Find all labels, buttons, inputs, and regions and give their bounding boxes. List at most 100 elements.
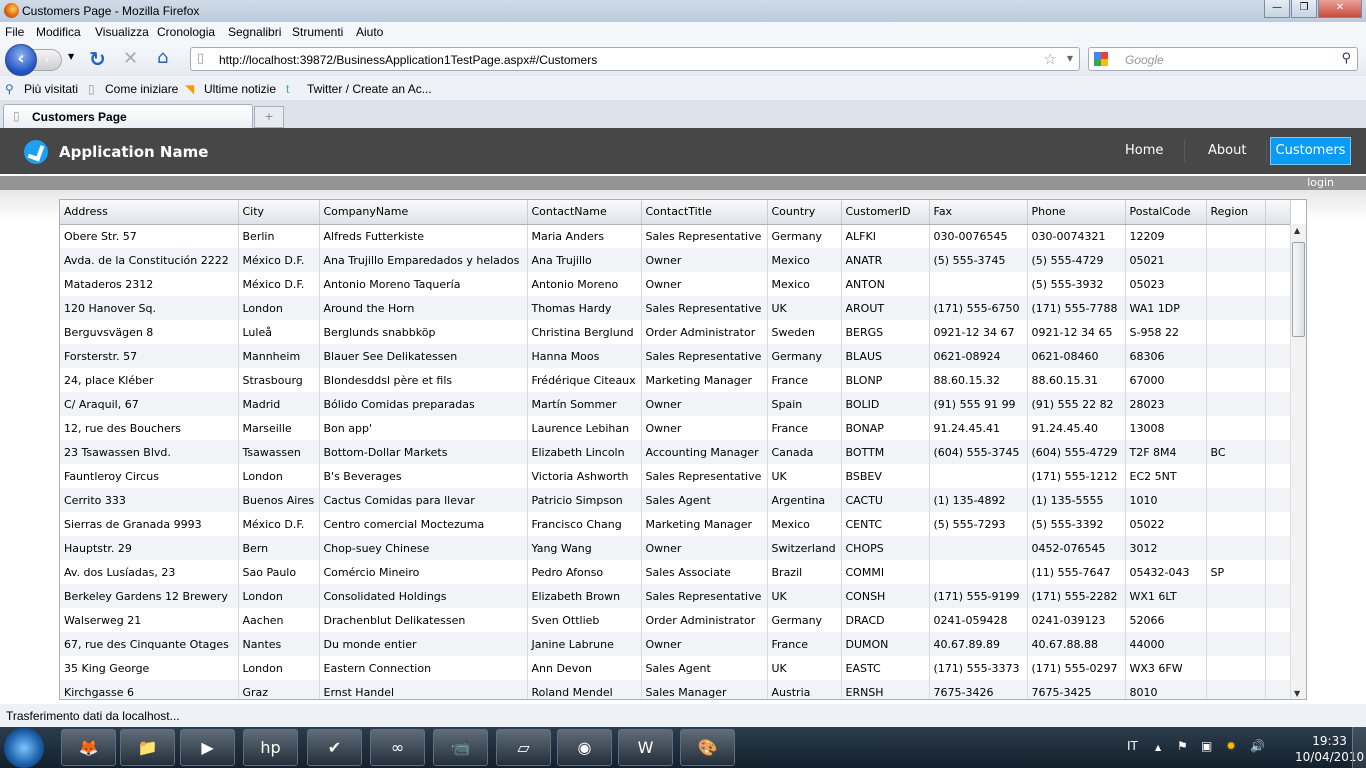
cell-address[interactable]: Fauntleroy Circus (60, 464, 239, 488)
cell-contacttitle[interactable]: Sales Associate (641, 560, 768, 584)
cell-customerid[interactable]: BOTTM (841, 440, 930, 464)
cell-region[interactable]: BC (1206, 440, 1266, 464)
cell-contacttitle[interactable]: Accounting Manager (641, 440, 768, 464)
column-header-contactname[interactable]: ContactName (527, 200, 642, 225)
cell-contactname[interactable]: Maria Anders (527, 224, 642, 248)
cell-city[interactable]: London (238, 296, 320, 320)
cell-region[interactable]: SP (1206, 560, 1266, 584)
cell-contactname[interactable]: Hanna Moos (527, 344, 642, 368)
cell-contacttitle[interactable]: Sales Representative (641, 464, 768, 488)
table-row[interactable]: Hauptstr. 29 Bern Chop-suey Chinese Yang Wa… (60, 536, 1291, 560)
cell-companyname[interactable]: Cactus Comidas para llevar (319, 488, 528, 512)
cell-contactname[interactable]: Patricio Simpson (527, 488, 642, 512)
cell-phone[interactable]: (91) 555 22 82 (1027, 392, 1126, 416)
close-button[interactable]: ✕ (1318, 0, 1362, 18)
cell-contactname[interactable]: Pedro Afonso (527, 560, 642, 584)
cell-region[interactable] (1206, 344, 1266, 368)
cell-country[interactable]: Germany (767, 608, 842, 632)
cell-postalcode[interactable]: S-958 22 (1125, 320, 1207, 344)
column-header-city[interactable]: City (238, 200, 320, 225)
minimize-button[interactable]: — (1264, 0, 1290, 18)
url-dropdown-icon[interactable]: ▼ (1067, 54, 1073, 63)
taskbar-explorer[interactable]: 📁 (120, 729, 175, 766)
cell-fax[interactable]: 0241-059428 (929, 608, 1028, 632)
cell-phone[interactable]: 0621-08460 (1027, 344, 1126, 368)
cell-contacttitle[interactable]: Sales Representative (641, 344, 768, 368)
cell-customerid[interactable]: DUMON (841, 632, 930, 656)
table-row[interactable]: Berkeley Gardens 12 Brewery London Consoli… (60, 584, 1291, 608)
cell-fax[interactable]: (171) 555-3373 (929, 656, 1028, 680)
cell-fax[interactable]: (1) 135-4892 (929, 488, 1028, 512)
table-row[interactable]: Cerrito 333 Buenos Aires Cactus Comidas pa… (60, 488, 1291, 512)
cell-region[interactable] (1206, 296, 1266, 320)
cell-phone[interactable]: 88.60.15.31 (1027, 368, 1126, 392)
cell-customerid[interactable]: BLONP (841, 368, 930, 392)
cell-address[interactable]: 12, rue des Bouchers (60, 416, 239, 440)
url-text[interactable]: http://localhost:39872/BusinessApplicati… (219, 53, 597, 67)
cell-fax[interactable]: 7675-3426 (929, 680, 1028, 699)
cell-postalcode[interactable]: WA1 1DP (1125, 296, 1207, 320)
cell-address[interactable]: 35 King George (60, 656, 239, 680)
cell-contacttitle[interactable]: Marketing Manager (641, 368, 768, 392)
menu-cronologia[interactable]: Cronologia (157, 25, 215, 39)
cell-postalcode[interactable]: 12209 (1125, 224, 1207, 248)
cell-address[interactable]: Forsterstr. 57 (60, 344, 239, 368)
cell-contacttitle[interactable]: Owner (641, 248, 768, 272)
cell-contactname[interactable]: Francisco Chang (527, 512, 642, 536)
cell-fax[interactable] (929, 464, 1028, 488)
cell-city[interactable]: Sao Paulo (238, 560, 320, 584)
cell-contactname[interactable]: Roland Mendel (527, 680, 642, 699)
cell-region[interactable] (1206, 488, 1266, 512)
cell-customerid[interactable]: ERNSH (841, 680, 930, 699)
cell-companyname[interactable]: Centro comercial Moctezuma (319, 512, 528, 536)
table-row[interactable]: Forsterstr. 57 Mannheim Blauer See Delikat… (60, 344, 1291, 368)
cell-address[interactable]: Hauptstr. 29 (60, 536, 239, 560)
cell-city[interactable]: Aachen (238, 608, 320, 632)
cell-region[interactable] (1206, 680, 1266, 699)
cell-fax[interactable]: (5) 555-7293 (929, 512, 1028, 536)
start-button[interactable] (4, 728, 44, 768)
menu-file[interactable]: File (5, 25, 24, 39)
cell-contactname[interactable]: Frédérique Citeaux (527, 368, 642, 392)
cell-address[interactable]: Mataderos 2312 (60, 272, 239, 296)
cell-contactname[interactable]: Victoria Ashworth (527, 464, 642, 488)
cell-country[interactable]: Mexico (767, 512, 842, 536)
cell-fax[interactable]: 88.60.15.32 (929, 368, 1028, 392)
column-header-region[interactable]: Region (1206, 200, 1266, 225)
cell-companyname[interactable]: Chop-suey Chinese (319, 536, 528, 560)
cell-customerid[interactable]: BERGS (841, 320, 930, 344)
cell-contacttitle[interactable]: Order Administrator (641, 608, 768, 632)
cell-country[interactable]: Sweden (767, 320, 842, 344)
cell-region[interactable] (1206, 272, 1266, 296)
cell-country[interactable]: Argentina (767, 488, 842, 512)
cell-fax[interactable]: (604) 555-3745 (929, 440, 1028, 464)
cell-region[interactable] (1206, 392, 1266, 416)
cell-customerid[interactable]: COMMI (841, 560, 930, 584)
cell-address[interactable]: 67, rue des Cinquante Otages (60, 632, 239, 656)
cell-contactname[interactable]: Thomas Hardy (527, 296, 642, 320)
cell-phone[interactable]: (171) 555-1212 (1027, 464, 1126, 488)
cell-region[interactable] (1206, 512, 1266, 536)
cell-postalcode[interactable]: 67000 (1125, 368, 1207, 392)
column-header-fax[interactable]: Fax (929, 200, 1028, 225)
cell-fax[interactable] (929, 560, 1028, 584)
cell-country[interactable]: France (767, 632, 842, 656)
taskbar-firefox[interactable]: 🦊 (61, 729, 116, 766)
cell-region[interactable] (1206, 224, 1266, 248)
scrollbar-thumb[interactable] (1292, 242, 1305, 337)
cell-contacttitle[interactable]: Owner (641, 632, 768, 656)
cell-city[interactable]: Buenos Aires (238, 488, 320, 512)
vertical-scrollbar[interactable]: ▲ ▼ (1290, 224, 1306, 699)
cell-address[interactable]: Avda. de la Constitución 2222 (60, 248, 239, 272)
cell-address[interactable]: Sierras de Granada 9993 (60, 512, 239, 536)
cell-contactname[interactable]: Sven Ottlieb (527, 608, 642, 632)
cell-city[interactable]: México D.F. (238, 512, 320, 536)
bookmark-ultime-notizie[interactable]: Ultime notizie (204, 82, 276, 96)
cell-region[interactable] (1206, 584, 1266, 608)
cell-contacttitle[interactable]: Owner (641, 272, 768, 296)
nav-home[interactable]: Home (1125, 143, 1163, 158)
cell-city[interactable]: Graz (238, 680, 320, 699)
cell-address[interactable]: Walserweg 21 (60, 608, 239, 632)
cell-phone[interactable]: (5) 555-3392 (1027, 512, 1126, 536)
taskbar-word[interactable]: W (618, 729, 673, 766)
